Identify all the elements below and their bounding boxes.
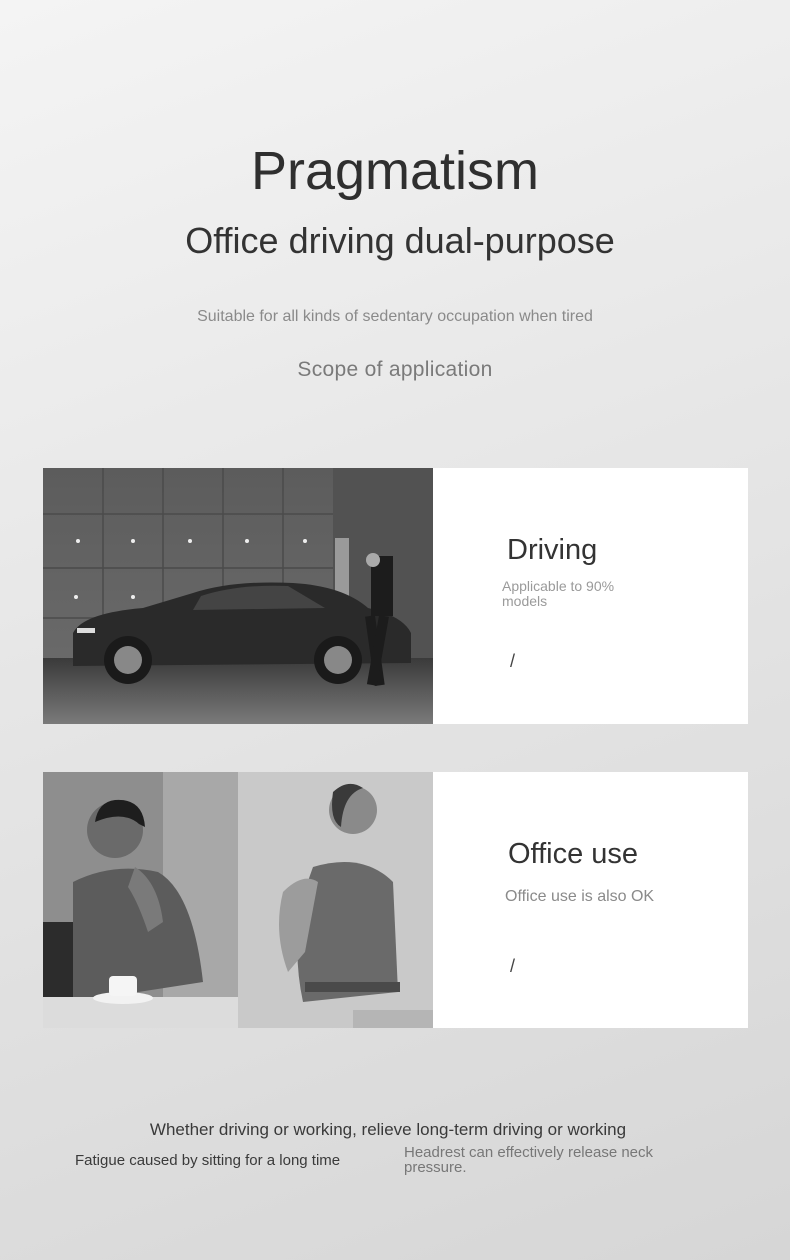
office-card: Office use Office use is also OK / bbox=[43, 772, 748, 1028]
driving-panel: Driving Applicable to 90% models / bbox=[433, 468, 748, 724]
footer-line-1: Whether driving or working, relieve long… bbox=[149, 1120, 627, 1139]
driving-card: Driving Applicable to 90% models / bbox=[43, 468, 748, 724]
office-image bbox=[43, 772, 433, 1028]
section-label: Scope of application bbox=[297, 358, 493, 381]
car-image bbox=[43, 468, 433, 724]
office-workers-photo bbox=[43, 772, 433, 1028]
office-title: Office use bbox=[508, 838, 639, 870]
office-panel: Office use Office use is also OK / bbox=[433, 772, 748, 1028]
driving-desc: Applicable to 90% models bbox=[502, 578, 615, 609]
page-title: Pragmatism bbox=[250, 141, 540, 201]
tagline: Suitable for all kinds of sedentary occu… bbox=[197, 308, 593, 325]
office-slash: / bbox=[510, 956, 516, 976]
footer-line-2-right: Headrest can effectively release neck pr… bbox=[404, 1144, 654, 1176]
footer-line-2-left: Fatigue caused by sitting for a long tim… bbox=[75, 1152, 341, 1169]
driving-title: Driving bbox=[507, 534, 598, 566]
driving-slash: / bbox=[510, 651, 516, 671]
office-desc: Office use is also OK bbox=[505, 888, 655, 905]
page-subtitle: Office driving dual-purpose bbox=[185, 220, 615, 261]
car-showroom-photo bbox=[43, 468, 433, 724]
